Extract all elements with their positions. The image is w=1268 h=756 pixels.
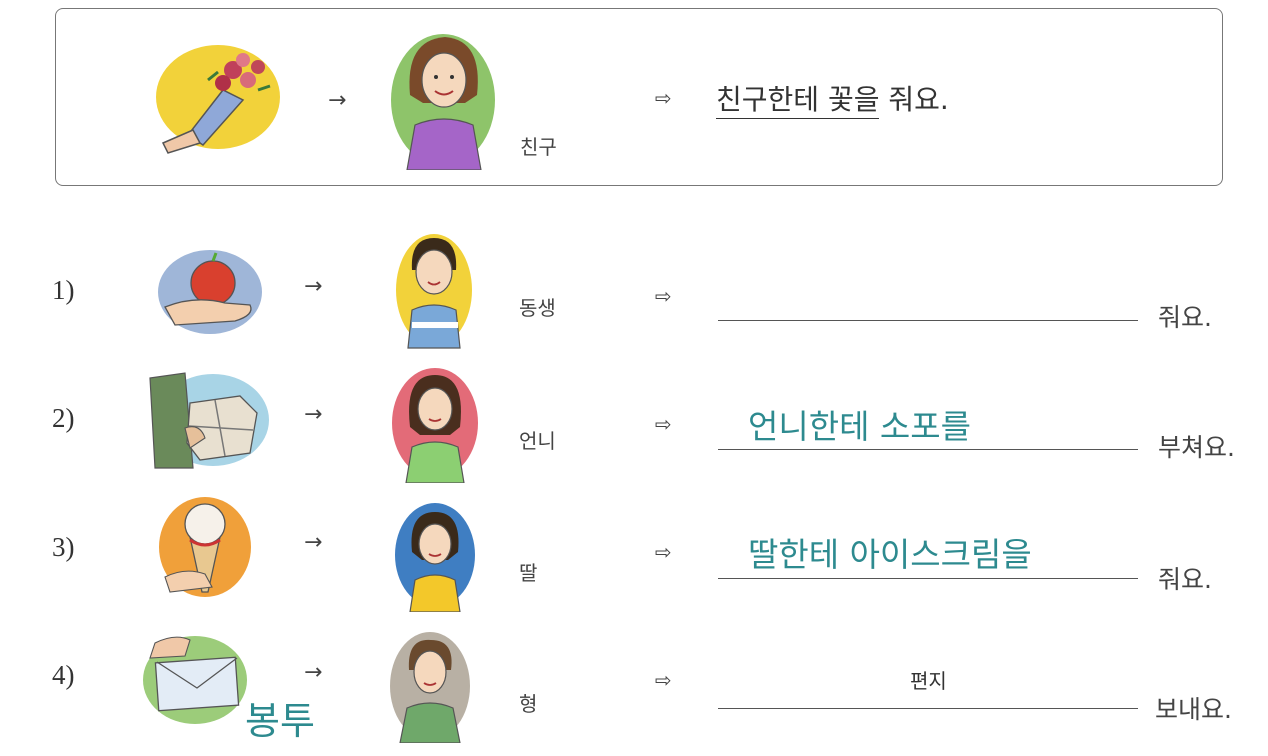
row-4-implies-arrow: ⇨ — [655, 668, 672, 692]
row-4-answer: 편지 — [910, 669, 947, 693]
example-sentence-underlined: 친구한테 꽃을 — [716, 83, 880, 119]
older-brother-icon — [390, 632, 470, 743]
row-2-number: 2) — [52, 403, 75, 433]
row-1-arrow: → — [304, 274, 323, 299]
row-4-arrow: → — [304, 660, 323, 685]
row-2-answer-blank[interactable] — [718, 449, 1138, 450]
younger-sibling-boy-icon — [396, 234, 472, 349]
row-3-answer: 딸한테 아이스크림을 — [748, 535, 1032, 574]
example-target-label: 친구 — [520, 135, 557, 159]
example-sentence-rest: 줘요. — [879, 83, 949, 116]
example-implies-arrow: ⇨ — [655, 86, 672, 110]
flower-bouquet-icon — [156, 45, 280, 154]
row-1-answer-blank[interactable] — [718, 320, 1138, 321]
row-2-target-label: 언니 — [519, 429, 556, 453]
row-2-arrow: → — [304, 402, 323, 427]
row-4-number: 4) — [52, 660, 75, 690]
envelope-letter-icon — [143, 636, 247, 724]
row-1-number: 1) — [52, 275, 75, 305]
row-4-verb-ending: 보내요. — [1155, 695, 1232, 724]
friend-woman-icon — [391, 34, 495, 170]
row-1-target-label: 동생 — [519, 296, 556, 320]
row-4-target-label: 형 — [519, 692, 538, 716]
row-3-target-label: 딸 — [519, 561, 538, 585]
row-1-verb-ending: 줘요. — [1158, 303, 1212, 332]
package-parcel-icon — [149, 372, 269, 469]
row-2-verb-ending: 부쳐요. — [1158, 433, 1235, 462]
row-4-answer-blank[interactable] — [718, 708, 1138, 709]
example-sentence: 친구한테 꽃을 줘요. — [716, 78, 949, 119]
handwritten-note-envelope: 봉투 — [245, 699, 315, 743]
apple-in-hand-icon — [158, 250, 262, 334]
row-3-arrow: → — [304, 530, 323, 555]
row-2-implies-arrow: ⇨ — [655, 412, 672, 436]
daughter-girl-icon — [395, 503, 475, 612]
older-sister-icon — [392, 368, 478, 483]
row-3-verb-ending: 줘요. — [1158, 565, 1212, 594]
row-3-implies-arrow: ⇨ — [655, 540, 672, 564]
row-2-answer: 언니한테 소포를 — [748, 407, 972, 446]
example-arrow: → — [328, 88, 347, 113]
row-3-answer-blank[interactable] — [718, 578, 1138, 579]
row-1-implies-arrow: ⇨ — [655, 284, 672, 308]
row-3-number: 3) — [52, 532, 75, 562]
ice-cream-cone-icon — [159, 497, 251, 597]
